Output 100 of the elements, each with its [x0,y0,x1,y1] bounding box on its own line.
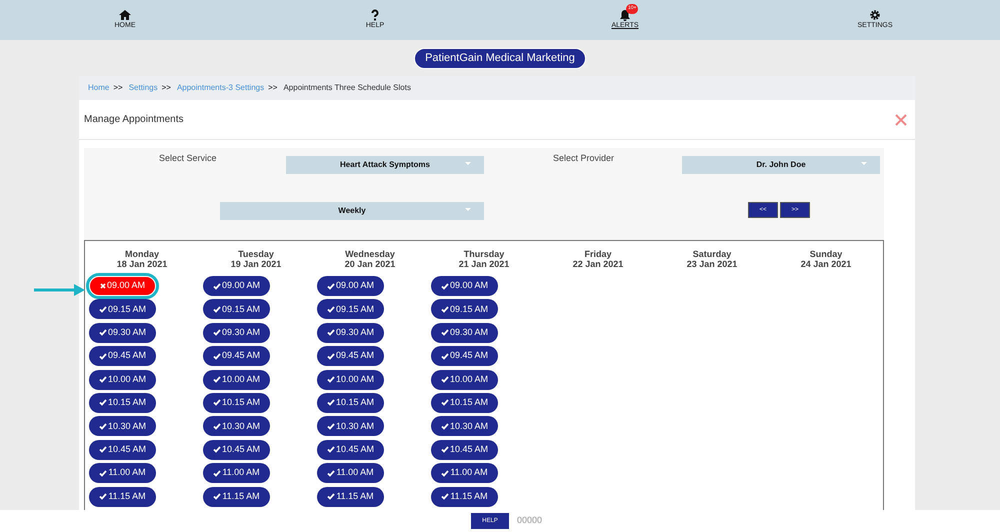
check-icon [440,306,449,313]
breadcrumb-separator: >> [162,82,171,94]
time-slot-button[interactable]: 10.15 AM [89,392,156,413]
check-icon [213,493,222,500]
time-slot-button[interactable]: 11.00 AM [89,463,156,484]
time-slot-button[interactable]: 09.00 AM [203,276,270,296]
page-title: Manage Appointments [84,113,184,127]
check-icon [326,376,335,384]
day-header: Wednesday 20 Jan 2021 [344,249,396,269]
check-icon [98,329,107,336]
time-slot-button[interactable]: 09.45 AM [317,346,384,366]
check-icon [327,493,336,500]
time-slot-button[interactable]: 09.30 AM [431,322,498,343]
check-icon [98,306,107,313]
check-icon [212,329,221,336]
time-slot-button[interactable]: 10.00 AM [203,370,270,390]
breadcrumb-current: Appointments Three Schedule Slots [283,82,411,94]
check-icon [440,282,449,290]
check-icon [98,446,107,454]
check-icon [99,470,108,477]
breadcrumb-separator: >> [268,82,278,94]
check-icon [98,399,107,406]
time-slot-button[interactable]: 10.15 AM [317,392,384,413]
time-slot-button[interactable]: 10.45 AM [431,440,498,460]
check-icon [326,306,335,313]
check-icon [212,352,221,360]
check-icon [440,376,449,384]
check-icon [99,493,108,500]
time-slot-button[interactable]: 11.15 AM [317,486,384,507]
time-slot-button[interactable]: 10.30 AM [431,416,498,436]
day-header: Thursday 21 Jan 2021 [458,249,510,269]
time-slot-button[interactable]: 10.45 AM [317,440,384,460]
check-icon [440,422,449,430]
time-slot-button[interactable]: 09.15 AM [203,299,270,320]
time-slot-button[interactable]: 10.45 AM [203,440,270,460]
close-icon[interactable] [895,114,907,126]
breadcrumb-separator: >> [113,82,123,94]
check-icon [326,329,335,336]
time-slot-button[interactable]: 10.30 AM [317,416,384,436]
caret-icon [861,162,867,165]
time-slot-button[interactable]: 09.45 AM [89,346,156,366]
time-slot-button[interactable]: 10.00 AM [317,370,384,390]
help-icon [369,8,381,21]
check-icon [440,352,449,360]
time-slot-button[interactable]: 09.15 AM [89,299,156,320]
check-icon [326,422,335,430]
check-icon [326,446,335,454]
check-icon [326,399,335,406]
brand-badge: PatientGain Medical Marketing [414,48,586,68]
settings-icon [869,8,881,21]
time-slot-button[interactable]: 11.00 AM [431,463,498,484]
pointer-arrow [34,283,86,297]
time-slot-button[interactable]: 10.15 AM [431,392,498,413]
day-header: Friday 22 Jan 2021 [572,249,624,269]
check-icon [440,399,449,406]
time-slot-button[interactable]: 11.15 AM [431,486,498,507]
time-slot-button[interactable]: 09.45 AM [431,346,498,366]
check-icon [212,282,221,290]
time-slot-button[interactable]: 10.45 AM [89,440,156,460]
check-icon [212,306,221,313]
bell-icon [619,8,631,21]
check-icon [440,329,449,336]
dropdown[interactable]: Heart Attack Symptoms [286,156,484,174]
time-slot-button[interactable]: 09.30 AM [317,322,384,343]
check-icon [212,422,221,430]
time-slot-button[interactable]: 11.15 AM [203,486,270,507]
check-icon [327,470,336,477]
time-slot-button[interactable]: 09.15 AM [431,299,498,320]
time-slot-button[interactable]: 10.00 AM [89,370,156,390]
time-slot-button[interactable]: 09.15 AM [317,299,384,320]
day-header: Saturday 23 Jan 2021 [686,249,738,269]
time-slot-button[interactable]: 11.00 AM [317,463,384,484]
time-slot-button[interactable]: 09.45 AM [203,346,270,366]
dropdown[interactable]: Dr. John Doe [682,156,880,174]
time-slot-button[interactable]: 10.30 AM [203,416,270,436]
time-slot-button[interactable]: 11.15 AM [89,486,156,507]
check-icon [326,352,335,360]
field-label: Select Service [159,152,217,165]
time-slot-button[interactable]: 09.30 AM [89,322,156,343]
time-slot-button[interactable]: 09.30 AM [203,322,270,343]
check-icon [326,282,335,290]
code-text: 00000 [517,514,544,528]
check-icon [212,376,221,384]
time-slot-button[interactable]: 09.00 AM [431,276,498,296]
time-slot-button[interactable]: 11.00 AM [203,463,270,484]
caret-icon [465,162,471,165]
check-icon [98,376,107,384]
time-slot-button[interactable]: 10.00 AM [431,370,498,390]
check-icon [441,470,450,477]
time-slot-button[interactable]: 09.00 AM [89,276,156,296]
cross-icon [100,283,106,289]
day-header: Sunday 24 Jan 2021 [800,249,852,269]
home-icon [119,8,131,21]
check-icon [212,446,221,454]
dropdown[interactable]: Weekly [220,202,484,220]
time-slot-button[interactable]: 10.30 AM [89,416,156,436]
check-icon [440,446,449,454]
field-label: Select Provider [553,152,614,165]
time-slot-button[interactable]: 09.00 AM [317,276,384,296]
time-slot-button[interactable]: 10.15 AM [203,392,270,413]
